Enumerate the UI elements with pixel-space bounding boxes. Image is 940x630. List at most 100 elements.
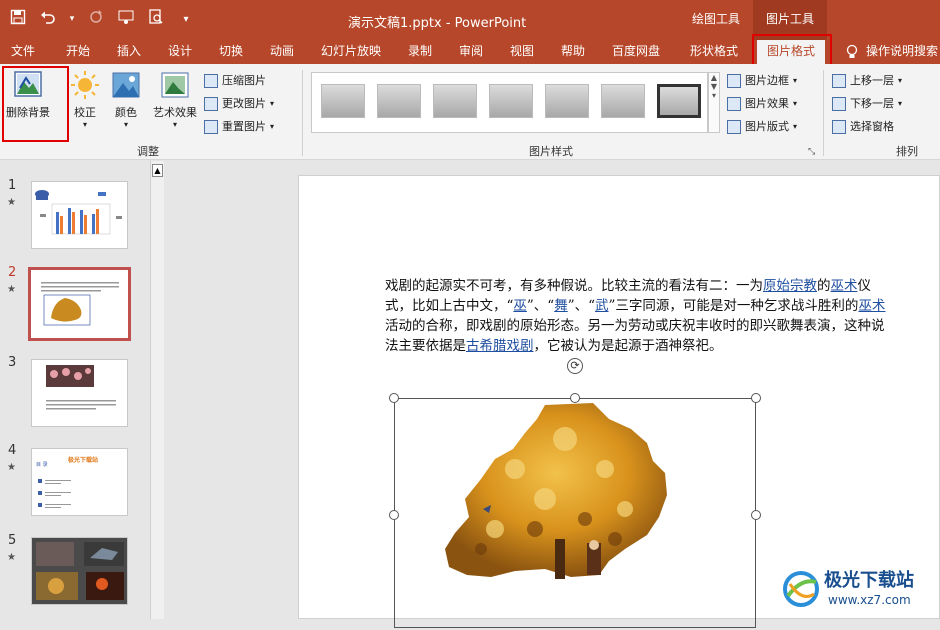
resize-handle-left[interactable] (389, 510, 399, 520)
lightbulb-icon (846, 40, 858, 64)
tab-help[interactable]: 帮助 (561, 40, 585, 64)
tab-view[interactable]: 视图 (510, 40, 534, 64)
tab-record[interactable]: 录制 (408, 40, 432, 64)
link-primitive-religion[interactable]: 原始宗教 (763, 278, 817, 294)
bring-forward-button[interactable]: 上移一层 ▾ (832, 71, 902, 91)
bring-forward-label: 上移一层 (850, 74, 894, 87)
picture-style-3[interactable] (433, 84, 477, 118)
artistic-effects-label: 艺术效果 (153, 106, 197, 119)
slide-thumbnail-2[interactable] (28, 267, 131, 341)
scroll-up-icon[interactable]: ▲ (152, 164, 163, 177)
tab-insert[interactable]: 插入 (117, 40, 141, 64)
undo-dropdown-icon[interactable]: ▾ (68, 14, 76, 24)
sun-icon (69, 70, 101, 100)
reset-picture-button[interactable]: 重置图片 ▾ (204, 117, 274, 137)
watermark-title: 极光下载站 (824, 570, 914, 591)
selection-pane-icon (832, 120, 846, 134)
picture-style-1[interactable] (321, 84, 365, 118)
tell-me-search[interactable]: 操作说明搜索 (846, 40, 938, 64)
picture-layout-button[interactable]: 图片版式 ▾ (727, 117, 797, 137)
slide-thumbnail-5[interactable] (31, 537, 128, 605)
picture-style-4[interactable] (489, 84, 533, 118)
customize-qat-icon[interactable]: ▾ (176, 14, 196, 25)
document-title: 演示文稿1.pptx - PowerPoint (348, 16, 527, 31)
animation-star-icon: ★ (7, 197, 16, 208)
save-icon[interactable] (8, 9, 28, 29)
slide-number: 3 (8, 355, 17, 370)
tab-baidu-netdisk[interactable]: 百度网盘 (612, 40, 660, 64)
undo-icon[interactable] (38, 9, 58, 29)
picture-style-2[interactable] (377, 84, 421, 118)
tab-home[interactable]: 开始 (66, 40, 90, 64)
picture-style-5[interactable] (545, 84, 589, 118)
slide-thumbnail-4[interactable]: 极光下载站 目 录 (31, 448, 128, 516)
text-segment: 的 (817, 278, 831, 294)
resize-handle-top[interactable] (570, 393, 580, 403)
text-segment: 戏剧的起源实不可考，有多种假说。比较主流的看法有二：一为 (385, 278, 763, 294)
resize-handle-top-right[interactable] (751, 393, 761, 403)
tab-slideshow[interactable]: 幻灯片放映 (321, 40, 381, 64)
thumbnail-panel-scrollbar[interactable]: ▲ (150, 161, 164, 619)
slide-body-text[interactable]: 戏剧的起源实不可考，有多种假说。比较主流的看法有二：一为原始宗教的巫术仪式，比如… (385, 276, 890, 356)
selection-pane-label: 选择窗格 (850, 120, 894, 133)
picture-styles-gallery (311, 72, 708, 133)
slide-thumbnail-1[interactable] (31, 181, 128, 249)
rotate-handle-icon[interactable]: ⟳ (567, 358, 583, 374)
link-wu[interactable]: 巫 (513, 298, 527, 314)
effects-icon (727, 97, 741, 111)
bring-forward-icon (832, 74, 846, 88)
site-watermark: 极光下载站 www.xz7.com (780, 566, 940, 616)
link-witchcraft[interactable]: 巫术 (831, 278, 858, 294)
change-picture-icon (204, 97, 218, 111)
layout-icon (727, 120, 741, 134)
dialog-launcher-icon[interactable]: ⤡ (808, 147, 815, 157)
send-backward-label: 下移一层 (850, 97, 894, 110)
color-button[interactable]: 颜色 ▾ (98, 70, 154, 129)
touch-mode-icon[interactable] (116, 9, 136, 29)
resize-handle-right[interactable] (751, 510, 761, 520)
tab-review[interactable]: 审阅 (459, 40, 483, 64)
slide-number: 5 (8, 533, 17, 548)
artistic-effects-icon (159, 70, 191, 100)
picture-style-6[interactable] (601, 84, 645, 118)
remove-background-highlight (2, 66, 69, 142)
animation-star-icon: ★ (7, 462, 16, 473)
text-segment: ”、“ (567, 298, 596, 314)
drawing-tools-group: 绘图工具 (692, 12, 741, 26)
slide-thumbnail-3[interactable] (31, 359, 128, 427)
selected-picture[interactable] (394, 398, 756, 628)
tab-transitions[interactable]: 切换 (219, 40, 243, 64)
tab-design[interactable]: 设计 (168, 40, 192, 64)
arrange-group-label: 排列 (896, 145, 918, 158)
picture-style-7[interactable] (657, 84, 701, 118)
picture-border-button[interactable]: 图片边框 ▾ (727, 71, 797, 91)
picture-effects-button[interactable]: 图片效果 ▾ (727, 94, 797, 114)
group-divider (302, 70, 303, 156)
tab-animations[interactable]: 动画 (270, 40, 294, 64)
change-picture-button[interactable]: 更改图片 ▾ (204, 94, 274, 114)
adjust-group-label: 调整 (137, 145, 159, 158)
artistic-effects-button[interactable]: 艺术效果 ▾ (147, 70, 203, 129)
photos-slide-thumbnail-icon (32, 538, 127, 604)
send-backward-button[interactable]: 下移一层 ▾ (832, 94, 902, 114)
selection-pane-button[interactable]: 选择窗格 (832, 117, 894, 137)
link-martial[interactable]: 武 (595, 298, 609, 314)
link-greek-drama[interactable]: 古希腊戏剧 (466, 338, 534, 354)
tab-file[interactable]: 文件 (11, 40, 35, 64)
resize-handle-top-left[interactable] (389, 393, 399, 403)
reset-picture-label: 重置图片 (222, 120, 266, 133)
slide-number: 4 (8, 443, 17, 458)
color-label: 颜色 (115, 106, 137, 119)
gallery-scroll[interactable]: ▲ ▼ ▾ (708, 72, 720, 133)
animation-star-icon: ★ (7, 284, 16, 295)
link-witchcraft-2[interactable]: 巫术 (858, 298, 885, 314)
redo-icon[interactable] (86, 9, 106, 29)
watermark-url: www.xz7.com (828, 593, 911, 607)
picture-styles-group-label: 图片样式 (529, 145, 573, 158)
link-dance[interactable]: 舞 (554, 298, 568, 314)
text-segment: ”、“ (526, 298, 555, 314)
tab-shape-format[interactable]: 形状格式 (690, 40, 738, 64)
picture-effects-label: 图片效果 (745, 97, 789, 110)
compress-pictures-button[interactable]: 压缩图片 (204, 71, 266, 91)
print-preview-icon[interactable] (146, 9, 166, 29)
